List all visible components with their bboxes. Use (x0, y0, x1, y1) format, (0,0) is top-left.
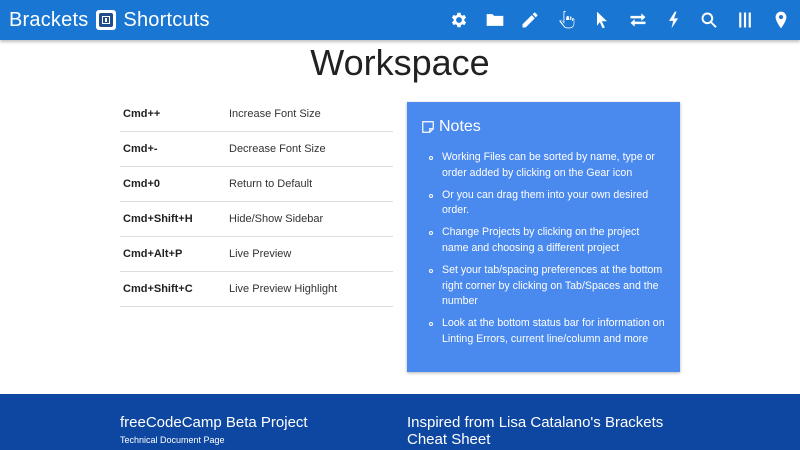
gear-icon[interactable] (448, 9, 470, 31)
pencil-icon[interactable] (519, 9, 541, 31)
shortcut-row: Cmd+- Decrease Font Size (120, 132, 393, 167)
shortcut-key: Cmd+Shift+C (123, 283, 193, 295)
notes-list: Working Files can be sorted by name, typ… (421, 150, 666, 348)
page-title: Workspace (310, 42, 490, 83)
shortcut-description: Increase Font Size (229, 108, 321, 120)
shortcut-row: Cmd+0 Return to Default (120, 167, 393, 202)
search-icon[interactable] (698, 9, 720, 31)
shortcut-key: Cmd+- (123, 143, 158, 155)
brand-text-left: Brackets (9, 8, 89, 31)
notes-list-item: Set your tab/spacing preferences at the … (429, 263, 666, 310)
lightning-icon[interactable] (663, 9, 685, 31)
notes-list-item: Or you can drag them into your own desir… (429, 188, 666, 220)
notes-list-item: Working Files can be sorted by name, typ… (429, 150, 666, 182)
footer-project-subtitle: Technical Document Page (120, 435, 225, 445)
shortcut-key: Cmd++ (123, 108, 161, 120)
shortcut-description: Return to Default (229, 178, 313, 190)
nav-icon-bar (434, 0, 792, 40)
notes-title: Notes (439, 118, 481, 135)
shortcut-key: Cmd+Shift+H (123, 213, 193, 225)
shortcut-description: Hide/Show Sidebar (229, 213, 324, 225)
columns-icon[interactable] (734, 9, 756, 31)
hand-pointer-icon[interactable] (555, 9, 577, 31)
shortcut-description: Live Preview (229, 248, 292, 260)
brackets-logo-icon (96, 10, 117, 30)
top-navbar: Brackets Shortcuts (0, 0, 800, 40)
footer-credit: Inspired from Lisa Catalano's Brackets C… (407, 414, 664, 448)
shortcut-table: Cmd++ Increase Font Size Cmd+- Decrease … (120, 97, 393, 307)
shortcut-row: Cmd+Alt+P Live Preview (120, 237, 393, 272)
footer-project-title: freeCodeCamp Beta Project (120, 414, 308, 431)
shortcut-row: Cmd+Shift+H Hide/Show Sidebar (120, 202, 393, 237)
notes-list-item: Change Projects by clicking on the proje… (429, 225, 666, 257)
shortcut-key: Cmd+0 (123, 178, 160, 190)
shortcut-description: Decrease Font Size (229, 143, 326, 155)
footer-left: freeCodeCamp Beta Project Technical Docu… (120, 414, 308, 445)
brand[interactable]: Brackets Shortcuts (9, 0, 210, 40)
map-marker-icon[interactable] (770, 9, 792, 31)
shortcut-description: Live Preview Highlight (229, 283, 338, 295)
notes-list-item: Look at the bottom status bar for inform… (429, 316, 666, 348)
exchange-icon[interactable] (627, 9, 649, 31)
shortcut-row: Cmd+Shift+C Live Preview Highlight (120, 272, 393, 307)
shortcut-row: Cmd++ Increase Font Size (120, 97, 393, 132)
folder-icon[interactable] (484, 9, 506, 31)
sticky-note-icon (422, 121, 434, 133)
cursor-arrow-icon[interactable] (591, 9, 613, 31)
notes-card: Notes Working Files can be sorted by nam… (407, 102, 680, 372)
brand-text-right: Shortcuts (123, 8, 210, 31)
notes-header: Notes (421, 118, 666, 136)
footer: freeCodeCamp Beta Project Technical Docu… (0, 394, 800, 450)
shortcut-key: Cmd+Alt+P (123, 248, 183, 260)
